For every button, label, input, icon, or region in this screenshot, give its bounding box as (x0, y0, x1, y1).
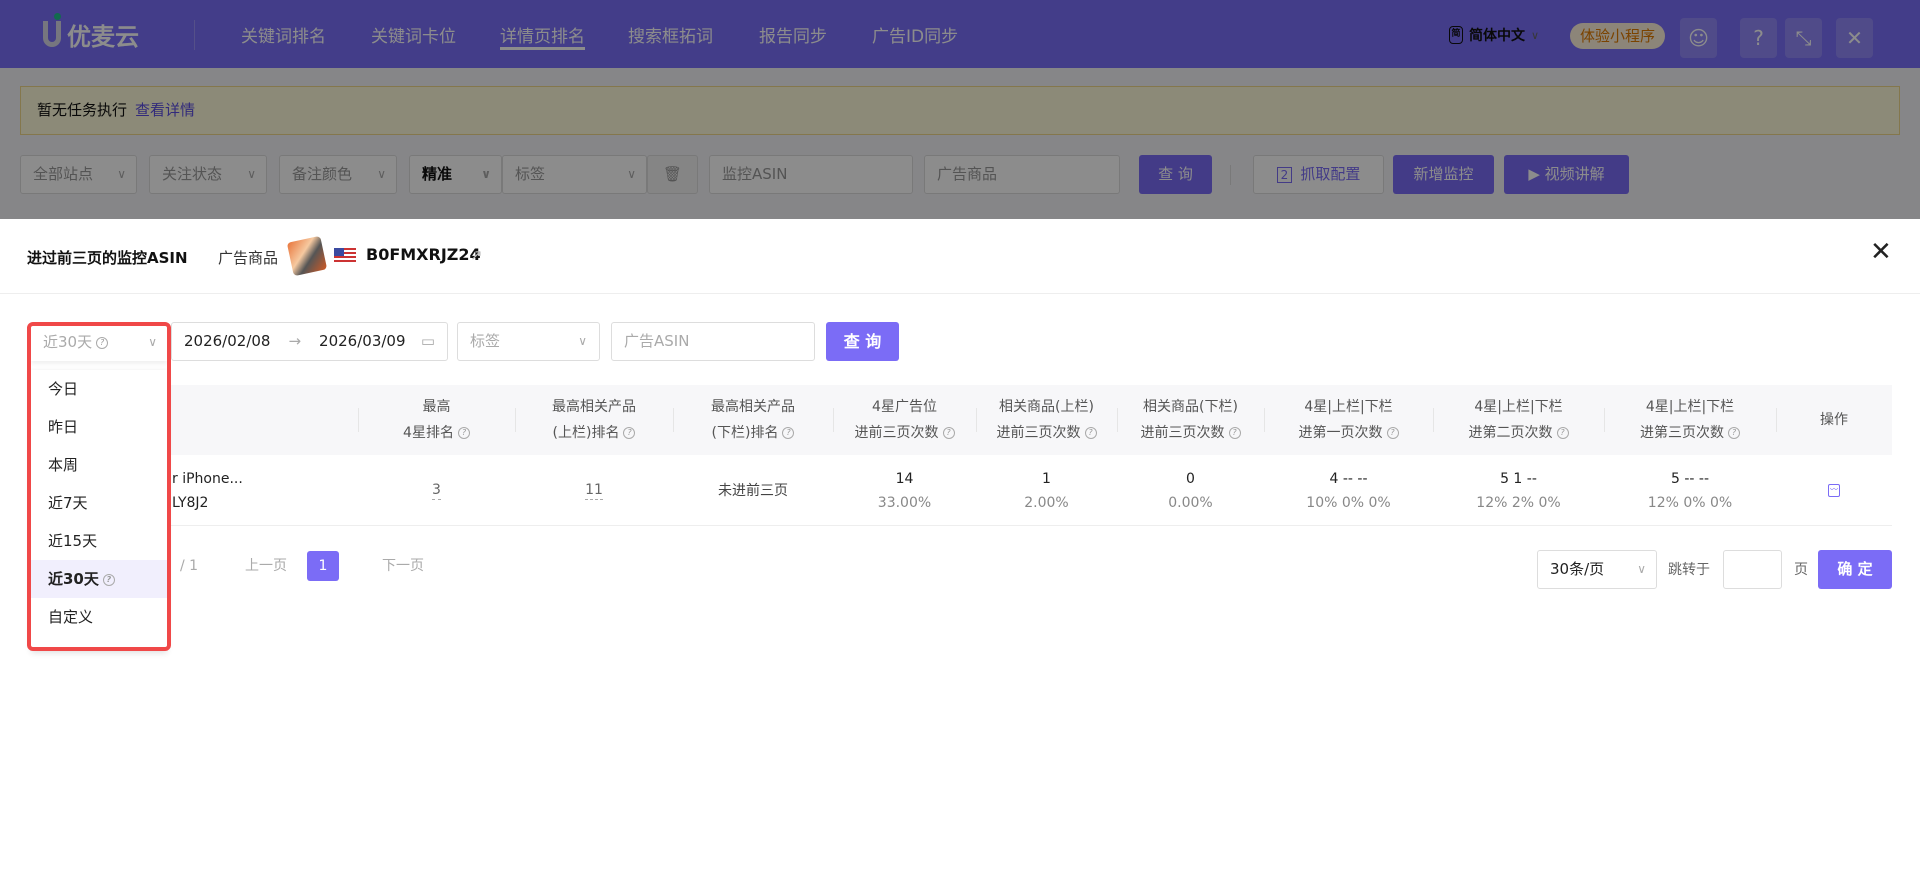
col-header: 4星|上栏|下栏 进第二页次数? (1433, 385, 1604, 455)
page-size-label: 30条/页 (1550, 560, 1605, 578)
table-row: r iPhone... LY8J2 3 11 未进前三页 14 33.00% 1 2.… (37, 455, 1892, 526)
calendar-icon: ▭ (420, 332, 435, 350)
rank-value[interactable]: 11 (585, 481, 603, 500)
modal-title: 进过前三页的监控ASIN (27, 249, 188, 267)
help-icon: ? (96, 336, 109, 349)
prev-page-button[interactable]: 上一页 (245, 551, 287, 581)
range-dropdown: 今日 昨日 本周 近7天 近15天 近30天? 自定义 (31, 370, 167, 651)
cell: 1 2.00% (1024, 470, 1069, 511)
page-size-select[interactable]: 30条/页 ∨ (1537, 550, 1657, 589)
cell: 0 0.00% (1168, 470, 1213, 511)
help-icon: ? (623, 427, 636, 439)
tag-select[interactable]: 标签 ∨ (457, 322, 600, 361)
divider (0, 293, 1920, 294)
chevron-down-icon: ∨ (148, 335, 157, 349)
modal-query-button[interactable]: 查 询 (826, 322, 899, 361)
col-header: 相关商品(下栏) 进前三页次数? (1117, 385, 1264, 455)
rank-value[interactable]: 3 (432, 481, 441, 500)
col-header: 4星广告位 进前三页次数? (833, 385, 976, 455)
actions-cell: 〰 (1776, 455, 1892, 526)
col-header-actions: 操作 (1776, 385, 1892, 455)
cell: 4 -- -- 10% 0% 0% (1306, 470, 1391, 511)
external-link-icon[interactable]: ↗ (470, 246, 483, 264)
col-header: 最高相关产品 (下栏)排名? (673, 385, 833, 455)
ad-product-label: 广告商品 (218, 249, 279, 267)
cell[interactable]: 3 (358, 455, 515, 526)
col-header: 4星|上栏|下栏 进第一页次数? (1264, 385, 1433, 455)
help-icon: ? (457, 427, 470, 439)
arrow-right-icon: → (288, 332, 302, 350)
range-option-this-week[interactable]: 本周 (31, 446, 167, 484)
col-header: 相关商品(上栏) 进前三页次数? (976, 385, 1117, 455)
range-select[interactable]: 近30天? ∨ (31, 326, 167, 361)
product-asin: B0FMXRJZ24 (366, 245, 481, 264)
chevron-down-icon: ∨ (1637, 562, 1646, 576)
range-option-today[interactable]: 今日 (31, 370, 167, 408)
help-icon: ? (942, 427, 955, 439)
total-pages: / 1 (180, 558, 199, 574)
help-icon: ? (1228, 427, 1241, 439)
page-unit: 页 (1794, 562, 1808, 578)
product-cell: r iPhone... LY8J2 (172, 455, 358, 526)
col-header: 最高 4星排名? (358, 385, 515, 455)
col-header: 最高相关产品 (上栏)排名? (515, 385, 673, 455)
next-page-button[interactable]: 下一页 (382, 551, 424, 581)
ad-asin-input[interactable]: 广告ASIN (611, 322, 815, 361)
help-icon: ? (1556, 427, 1569, 439)
help-icon: ? (1084, 427, 1097, 439)
tag-label: 标签 (470, 332, 501, 350)
range-option-15-days[interactable]: 近15天 (31, 522, 167, 560)
help-icon: ? (1728, 427, 1740, 439)
help-icon: ? (1386, 427, 1399, 439)
close-icon[interactable]: ✕ (1870, 237, 1892, 267)
product-asin: LY8J2 (172, 494, 209, 511)
cell: 未进前三页 (718, 482, 788, 499)
jump-label: 跳转于 (1668, 562, 1710, 578)
col-header: 4星|上栏|下栏 进第三页次数? (1604, 385, 1776, 455)
help-icon: ? (782, 427, 795, 439)
date-start: 2026/02/08 (184, 332, 271, 350)
us-flag-icon (334, 248, 356, 263)
cell: 14 33.00% (877, 470, 932, 511)
cell[interactable]: 11 (515, 455, 673, 526)
product-title: r iPhone... (172, 470, 243, 487)
help-icon: ? (102, 573, 115, 586)
date-end: 2026/03/09 (319, 332, 406, 350)
table-header: 最高 4星排名? 最高相关产品 (上栏)排名? 最高相关产品 (下栏)排名? 4星广告… (37, 385, 1892, 455)
jump-confirm-button[interactable]: 确 定 (1818, 550, 1892, 589)
range-label: 近30天 (43, 333, 93, 351)
range-option-7-days[interactable]: 近7天 (31, 484, 167, 522)
chevron-down-icon: ∨ (578, 334, 587, 348)
option-label: 近30天 (48, 570, 99, 588)
jump-page-input[interactable] (1723, 550, 1782, 589)
cell: 5 1 -- 12% 2% 0% (1476, 470, 1561, 511)
range-option-30-days[interactable]: 近30天? (31, 560, 167, 598)
product-thumbnail (286, 235, 328, 277)
page-1-button[interactable]: 1 (307, 551, 339, 581)
range-option-yesterday[interactable]: 昨日 (31, 408, 167, 446)
date-range-picker[interactable]: 2026/02/08 → 2026/03/09 ▭ (171, 322, 448, 361)
cell: 5 -- -- 12% 0% 0% (1647, 470, 1733, 511)
asin-modal: 进过前三页的监控ASIN 广告商品 B0FMXRJZ24 ↗ ✕ 2026/02… (0, 219, 1920, 878)
trend-chart-icon[interactable]: 〰 (1828, 484, 1840, 497)
range-option-custom[interactable]: 自定义 (31, 598, 167, 636)
